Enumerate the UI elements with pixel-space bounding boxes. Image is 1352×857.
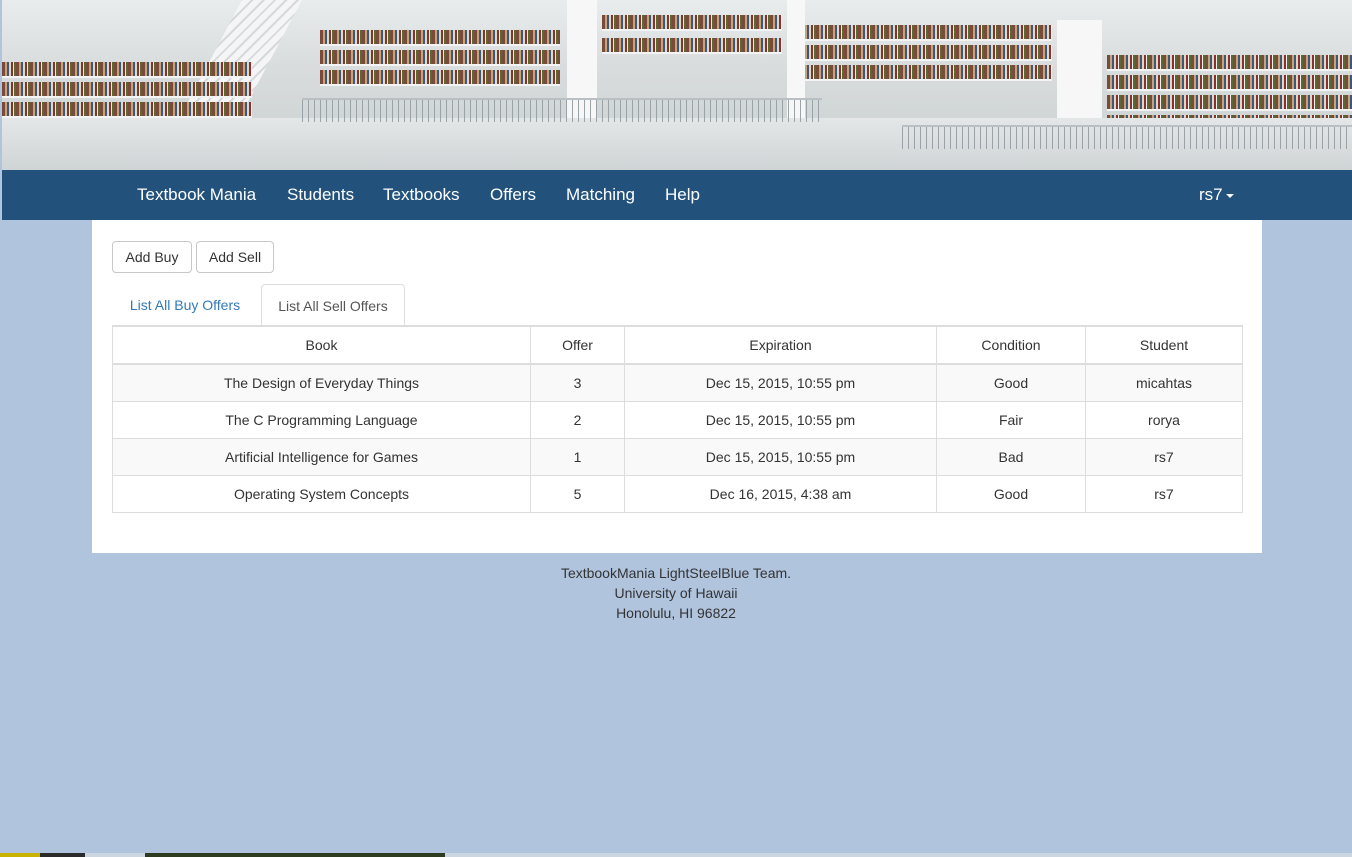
cell-offer: 5 — [530, 475, 625, 513]
footer-address-line: Honolulu, HI 96822 — [616, 605, 736, 621]
cell-expiration: Dec 15, 2015, 10:55 pm — [624, 401, 937, 439]
taskbar-item[interactable] — [0, 853, 40, 857]
table-header-row: Book Offer Expiration Condition Student — [112, 325, 1243, 365]
banner-pillar — [1057, 20, 1102, 120]
table-row: Artificial Intelligence for Games 1 Dec … — [112, 438, 1243, 476]
cell-expiration: Dec 16, 2015, 4:38 am — [624, 475, 937, 513]
top-navbar: Textbook Mania Students Textbooks Offers… — [2, 170, 1352, 220]
cell-book: Operating System Concepts — [112, 475, 531, 513]
nav-item-offers[interactable]: Offers — [490, 170, 536, 220]
offer-tabs: List All Buy Offers List All Sell Offers — [112, 284, 1242, 327]
nav-brand-link[interactable]: Textbook Mania — [137, 170, 256, 220]
banner-bookshelf — [802, 25, 1052, 41]
add-buy-button[interactable]: Add Buy — [112, 241, 192, 273]
banner-bookshelf — [602, 15, 782, 31]
cell-book: Artificial Intelligence for Games — [112, 438, 531, 476]
cell-condition: Fair — [936, 401, 1086, 439]
banner-bookshelf — [2, 82, 252, 98]
cell-student: rs7 — [1085, 438, 1243, 476]
cell-expiration: Dec 15, 2015, 10:55 pm — [624, 438, 937, 476]
column-header-book[interactable]: Book — [112, 325, 531, 365]
taskbar-item[interactable] — [40, 853, 85, 857]
cell-book: The C Programming Language — [112, 401, 531, 439]
taskbar-item[interactable] — [145, 853, 445, 857]
banner-bookshelf — [2, 62, 252, 78]
footer-university-line: University of Hawaii — [614, 585, 738, 601]
banner-bookshelf — [602, 38, 782, 54]
cell-student: rs7 — [1085, 475, 1243, 513]
header-banner-image — [2, 0, 1352, 170]
column-header-offer[interactable]: Offer — [530, 325, 625, 365]
add-sell-button[interactable]: Add Sell — [196, 241, 274, 273]
tab-buy-offers[interactable]: List All Buy Offers — [112, 284, 258, 326]
main-content-panel: Add Buy Add Sell List All Buy Offers Lis… — [92, 220, 1262, 553]
cell-student: micahtas — [1085, 363, 1243, 402]
column-header-condition[interactable]: Condition — [936, 325, 1086, 365]
cell-offer: 2 — [530, 401, 625, 439]
tab-sell-offers[interactable]: List All Sell Offers — [261, 284, 405, 326]
banner-bookshelf — [320, 50, 560, 66]
cell-condition: Good — [936, 363, 1086, 402]
banner-railing — [902, 125, 1352, 149]
banner-bookshelf — [802, 65, 1052, 81]
nav-item-textbooks[interactable]: Textbooks — [383, 170, 460, 220]
banner-bookshelf — [320, 70, 560, 86]
column-header-expiration[interactable]: Expiration — [624, 325, 937, 365]
cell-student: rorya — [1085, 401, 1243, 439]
banner-bookshelf — [1107, 95, 1352, 111]
footer-team-line: TextbookMania LightSteelBlue Team. — [560, 565, 792, 581]
caret-down-icon — [1225, 193, 1234, 198]
cell-book: The Design of Everyday Things — [112, 363, 531, 402]
banner-bookshelf — [802, 45, 1052, 61]
banner-bookshelf — [1107, 55, 1352, 71]
table-row: The Design of Everyday Things 3 Dec 15, … — [112, 363, 1243, 402]
cell-offer: 1 — [530, 438, 625, 476]
cell-condition: Good — [936, 475, 1086, 513]
table-row: Operating System Concepts 5 Dec 16, 2015… — [112, 475, 1243, 513]
nav-item-students[interactable]: Students — [287, 170, 354, 220]
nav-item-matching[interactable]: Matching — [566, 170, 635, 220]
banner-bookshelf — [2, 102, 252, 118]
cell-offer: 3 — [530, 363, 625, 402]
table-row: The C Programming Language 2 Dec 15, 201… — [112, 401, 1243, 439]
banner-bookshelf — [320, 30, 560, 46]
cell-condition: Bad — [936, 438, 1086, 476]
banner-railing — [302, 98, 822, 122]
user-menu-dropdown[interactable]: rs7 — [1199, 170, 1234, 220]
cell-expiration: Dec 15, 2015, 10:55 pm — [624, 363, 937, 402]
banner-bookshelf — [1107, 75, 1352, 91]
os-taskbar-strip — [0, 853, 1352, 857]
user-menu-label: rs7 — [1199, 185, 1223, 204]
nav-item-help[interactable]: Help — [665, 170, 700, 220]
page-footer: TextbookMania LightSteelBlue Team. Unive… — [0, 563, 1352, 623]
sell-offers-table: Book Offer Expiration Condition Student … — [112, 325, 1243, 513]
column-header-student[interactable]: Student — [1085, 325, 1243, 365]
